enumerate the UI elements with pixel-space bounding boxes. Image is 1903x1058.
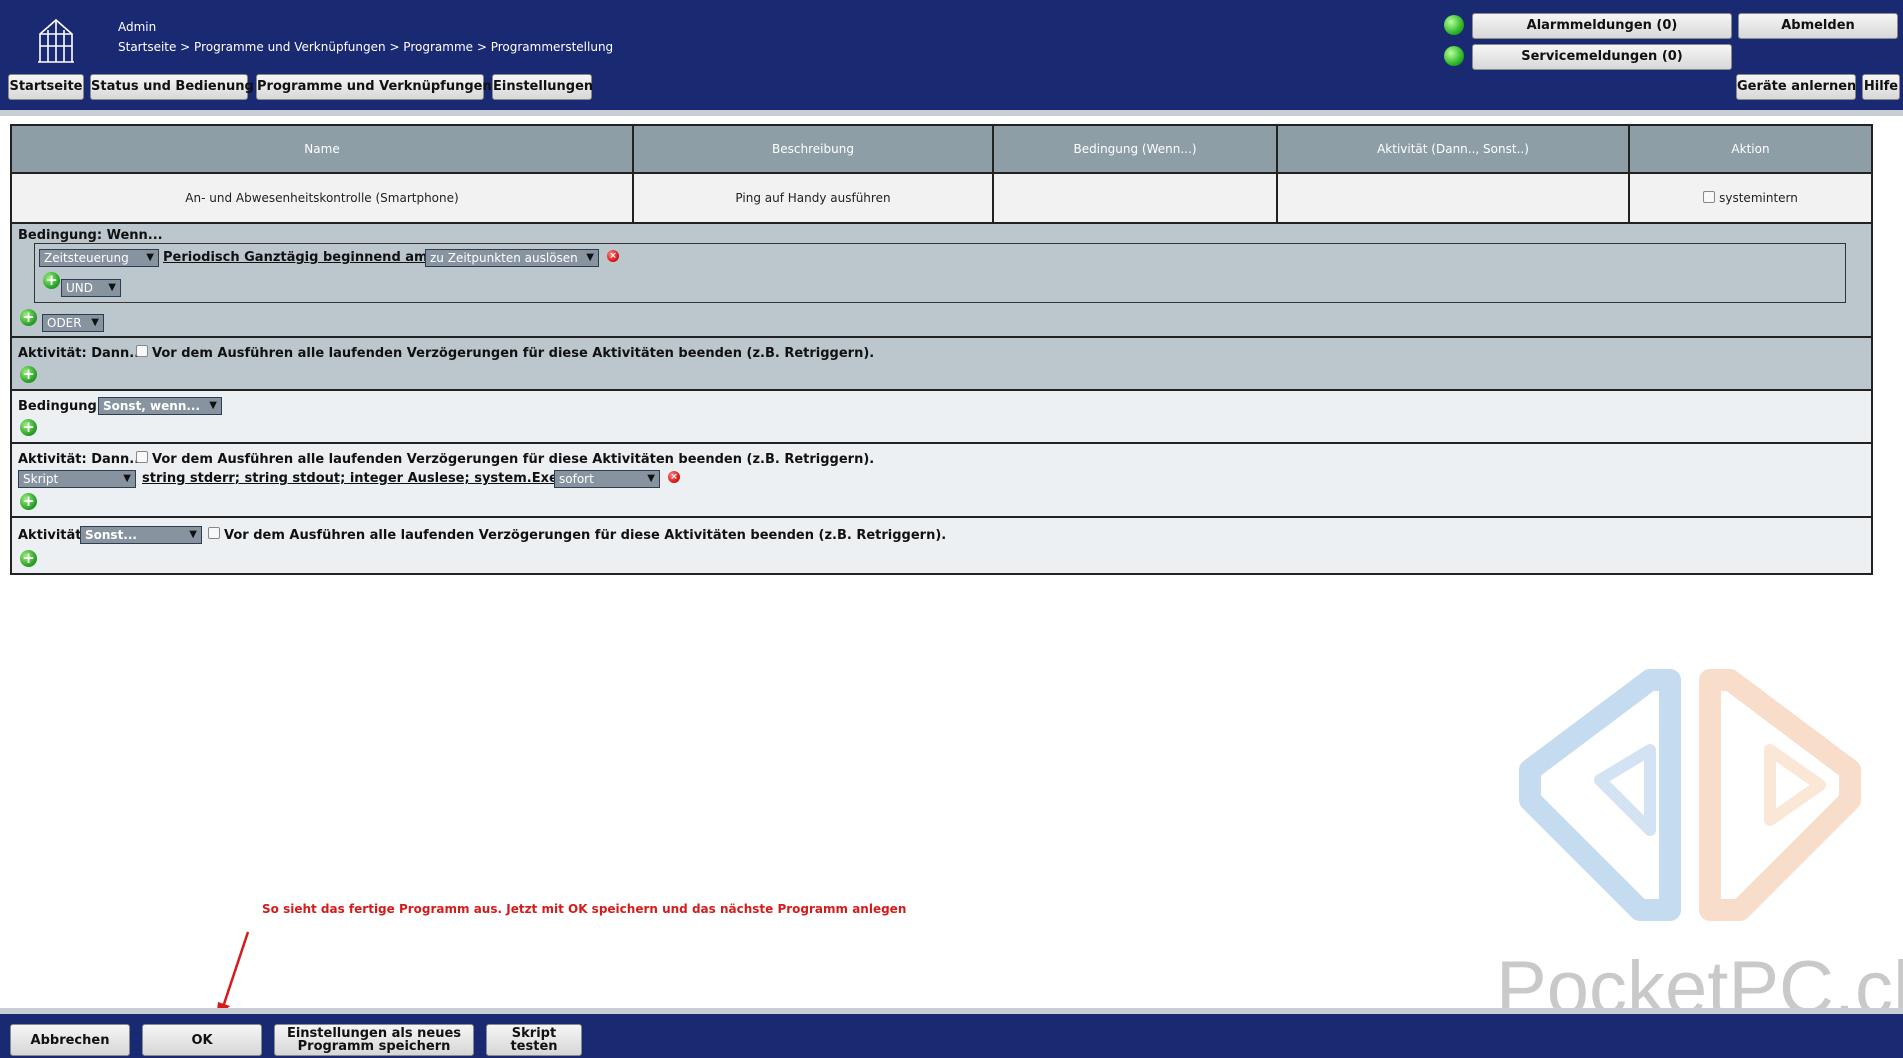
system-internal-label: systemintern	[1719, 191, 1798, 205]
breadcrumb: Startseite > Programme und Verknüpfungen…	[118, 40, 614, 54]
alarm-messages-button[interactable]: Alarmmeldungen (0)	[1472, 13, 1732, 39]
nav-startseite-button[interactable]: Startseite	[8, 74, 84, 100]
column-header-name: Name	[12, 126, 634, 172]
top-header: Admin Startseite > Programme und Verknüp…	[0, 0, 1903, 110]
program-condition-cell	[994, 174, 1278, 222]
condition-type-select[interactable]: Zeitsteuerung ▼	[39, 249, 159, 267]
tutorial-annotation: So sieht das fertige Programm aus. Jetzt…	[262, 902, 907, 916]
trigger-mode-select[interactable]: zu Zeitpunkten auslösen ▼	[425, 249, 599, 267]
or-operator-select[interactable]: ODER ▼	[42, 314, 104, 332]
column-header-activity: Aktivität (Dann.., Sonst..)	[1278, 126, 1630, 172]
header-divider	[0, 110, 1903, 116]
system-internal-checkbox[interactable]	[1703, 191, 1716, 203]
service-messages-button[interactable]: Servicemeldungen (0)	[1472, 44, 1732, 70]
nav-settings-button[interactable]: Einstellungen	[492, 74, 593, 100]
execution-timing-select[interactable]: sofort ▼	[554, 470, 660, 488]
column-header-description: Beschreibung	[634, 126, 994, 172]
table-header: Name Beschreibung Bedingung (Wenn...) Ak…	[12, 126, 1871, 172]
delete-activity-icon[interactable]: ×	[668, 471, 680, 483]
learn-devices-button[interactable]: Geräte anlernen	[1736, 74, 1856, 100]
condition-group: Zeitsteuerung ▼ Periodisch Ganztägig begi…	[34, 243, 1846, 303]
else-if-select[interactable]: Sonst, wenn... ▼	[98, 397, 222, 415]
condition-if-label: Bedingung: Wenn...	[18, 228, 163, 243]
retrigger-checkbox[interactable]	[136, 451, 148, 463]
footer-bar: Abbrechen OK Einstellungen als neues Pro…	[0, 1014, 1903, 1058]
save-as-new-program-button[interactable]: Einstellungen als neues Programm speiche…	[274, 1024, 474, 1056]
test-script-button[interactable]: Skript testen	[486, 1024, 582, 1056]
annotation-arrow-icon	[216, 931, 250, 1018]
else-select[interactable]: Sonst... ▼	[80, 526, 202, 544]
service-status-led-icon	[1444, 46, 1464, 66]
column-header-condition: Bedingung (Wenn...)	[994, 126, 1278, 172]
add-activity-icon[interactable]: +	[20, 366, 37, 383]
condition-section-if: Bedingung: Wenn... Zeitsteuerung ▼ Period…	[12, 224, 1871, 338]
ok-button[interactable]: OK	[142, 1024, 262, 1056]
logout-button[interactable]: Abmelden	[1738, 13, 1898, 39]
and-operator-select[interactable]: UND ▼	[61, 279, 121, 297]
program-name[interactable]: An- und Abwesenheitskontrolle (Smartphon…	[12, 174, 634, 222]
activity-section-script: Aktivität: Dann... Vor dem Ausführen all…	[12, 444, 1871, 518]
add-condition-icon[interactable]: +	[20, 419, 37, 436]
cancel-button[interactable]: Abbrechen	[10, 1024, 130, 1056]
retrigger-label: Vor dem Ausführen alle laufenden Verzöge…	[152, 452, 875, 467]
activity-then-label: Aktivität: Dann...	[18, 346, 145, 361]
program-description[interactable]: Ping auf Handy ausführen	[634, 174, 994, 222]
delete-condition-icon[interactable]: ×	[607, 250, 619, 262]
add-activity-icon[interactable]: +	[20, 550, 37, 567]
retrigger-label: Vor dem Ausführen alle laufenden Verzöge…	[152, 346, 875, 361]
activity-section-else: Aktivität: Sonst... ▼ Vor dem Ausführen a…	[12, 518, 1871, 573]
house-logo-icon	[38, 18, 74, 63]
nav-status-button[interactable]: Status und Bedienung	[90, 74, 254, 100]
pocketpc-watermark-logo-icon	[1519, 669, 1861, 921]
add-and-condition-icon[interactable]: +	[43, 272, 60, 289]
retrigger-label: Vor dem Ausführen alle laufenden Verzöge…	[224, 528, 947, 543]
retrigger-checkbox[interactable]	[136, 345, 148, 357]
alarm-status-led-icon	[1444, 15, 1464, 35]
condition-else-label: Bedingung:	[18, 399, 103, 414]
condition-section-else-if: Bedingung: Sonst, wenn... ▼ +	[12, 391, 1871, 444]
program-activity-cell	[1278, 174, 1630, 222]
table-row: An- und Abwesenheitskontrolle (Smartphon…	[12, 172, 1871, 224]
program-editor: Name Beschreibung Bedingung (Wenn...) Ak…	[10, 124, 1873, 575]
retrigger-checkbox[interactable]	[208, 527, 220, 539]
activity-section-then: Aktivität: Dann... Vor dem Ausführen all…	[12, 338, 1871, 391]
user-name: Admin	[118, 20, 157, 34]
add-or-condition-icon[interactable]: +	[20, 309, 37, 326]
activity-then-label: Aktivität: Dann...	[18, 452, 145, 467]
column-header-action: Aktion	[1731, 142, 1770, 156]
activity-type-select[interactable]: Skript ▼	[18, 470, 136, 488]
help-button[interactable]: Hilfe	[1862, 74, 1900, 100]
add-activity-icon[interactable]: +	[20, 493, 37, 510]
activity-else-label: Aktivität:	[18, 528, 87, 543]
nav-programs-button[interactable]: Programme und Verknüpfungen	[256, 74, 492, 100]
script-code-link[interactable]: string stderr; string stdout; integer Au…	[142, 471, 593, 486]
program-action-cell: systemintern	[1630, 174, 1871, 222]
